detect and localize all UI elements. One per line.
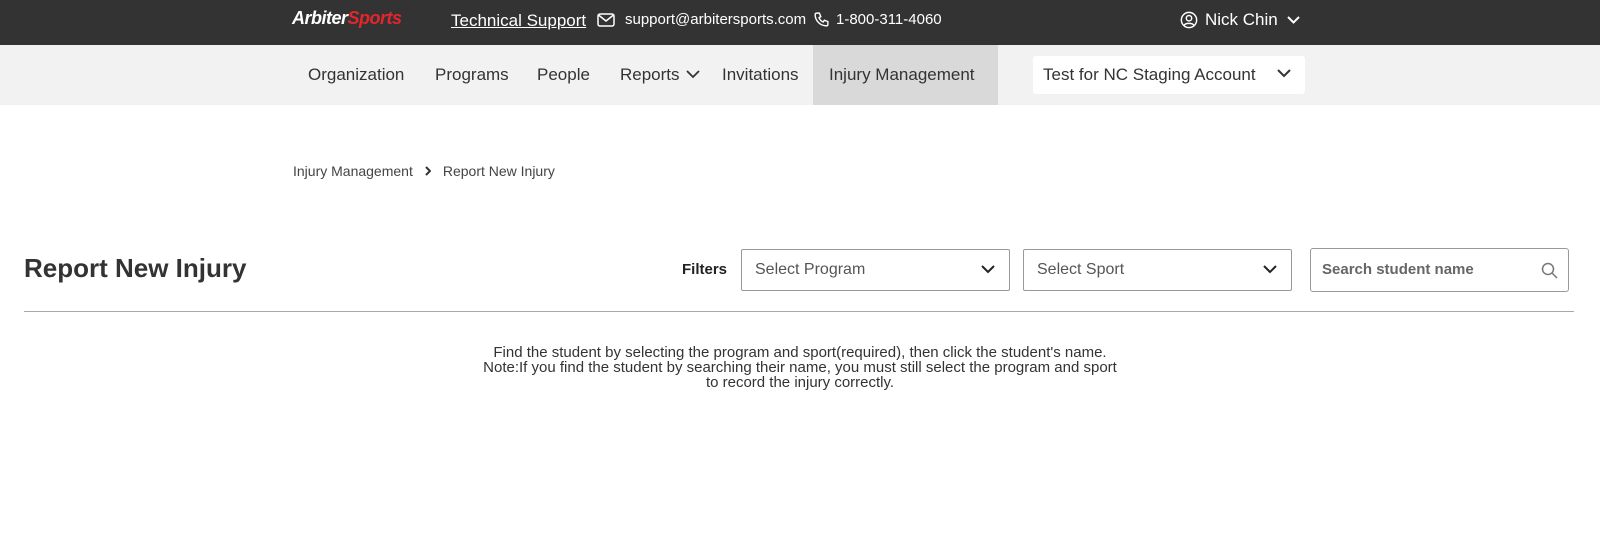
instructions-line: to record the injury correctly.: [705, 374, 895, 391]
student-search-input[interactable]: [1322, 261, 1532, 278]
header-divider: [24, 311, 1574, 312]
support-phone-text: 1-800-311-4060: [836, 11, 942, 28]
instructions: Find the student by selecting the progra…: [400, 345, 1200, 390]
technical-support-link[interactable]: Technical Support: [451, 11, 586, 31]
filters-label: Filters: [682, 261, 728, 278]
nav-reports-label: Reports: [620, 65, 680, 84]
program-select-value: Select Program: [755, 261, 866, 278]
main-nav: Organization Programs People Reports Inv…: [0, 45, 1600, 105]
user-menu[interactable]: Nick Chin: [1180, 10, 1300, 30]
logo-text-arbiter: Arbiter: [292, 8, 348, 28]
logo-text-sports: Sports: [347, 8, 403, 28]
nav-programs[interactable]: Programs: [435, 45, 509, 105]
nav-injury-management[interactable]: Injury Management: [813, 45, 998, 105]
sport-select-value: Select Sport: [1037, 261, 1125, 278]
arbiter-sports-logo[interactable]: ArbiterSports: [292, 8, 402, 29]
support-email-text: support@arbitersports.com: [625, 11, 807, 28]
nav-people[interactable]: People: [537, 45, 590, 105]
breadcrumb-current: Report New Injury: [442, 163, 555, 179]
user-name: Nick Chin: [1205, 10, 1278, 29]
chevron-right-icon: [425, 166, 431, 176]
support-phone[interactable]: 1-800-311-4060: [813, 11, 942, 28]
top-bar: ArbiterSports Technical Support support@…: [0, 0, 1600, 45]
chevron-down-icon: [1287, 16, 1300, 24]
chevron-down-icon: [1263, 265, 1277, 274]
program-select[interactable]: Select Program: [741, 249, 1010, 291]
nav-invitations[interactable]: Invitations: [722, 45, 799, 105]
mail-icon: [597, 12, 615, 27]
support-email[interactable]: support@arbitersports.com: [597, 11, 806, 28]
sport-select[interactable]: Select Sport: [1023, 249, 1292, 291]
breadcrumb-injury-management[interactable]: Injury Management: [293, 163, 413, 179]
search-icon[interactable]: [1541, 262, 1558, 279]
nav-organization[interactable]: Organization: [308, 45, 404, 105]
instructions-line: Find the student by selecting the progra…: [493, 344, 1107, 361]
nav-reports[interactable]: Reports: [620, 45, 700, 105]
chevron-down-icon: [981, 265, 995, 274]
phone-icon: [814, 12, 829, 27]
student-search: [1310, 248, 1569, 292]
chevron-down-icon: [685, 69, 700, 78]
breadcrumb: Injury Management Report New Injury: [293, 163, 555, 179]
account-select[interactable]: Test for NC Staging Account: [1033, 56, 1305, 94]
page-title: Report New Injury: [24, 253, 247, 283]
instructions-line: Note:If you find the student by searchin…: [483, 359, 1117, 376]
user-circle-icon: [1180, 11, 1198, 29]
account-select-value: Test for NC Staging Account: [1043, 65, 1256, 84]
chevron-down-icon: [1277, 69, 1291, 78]
